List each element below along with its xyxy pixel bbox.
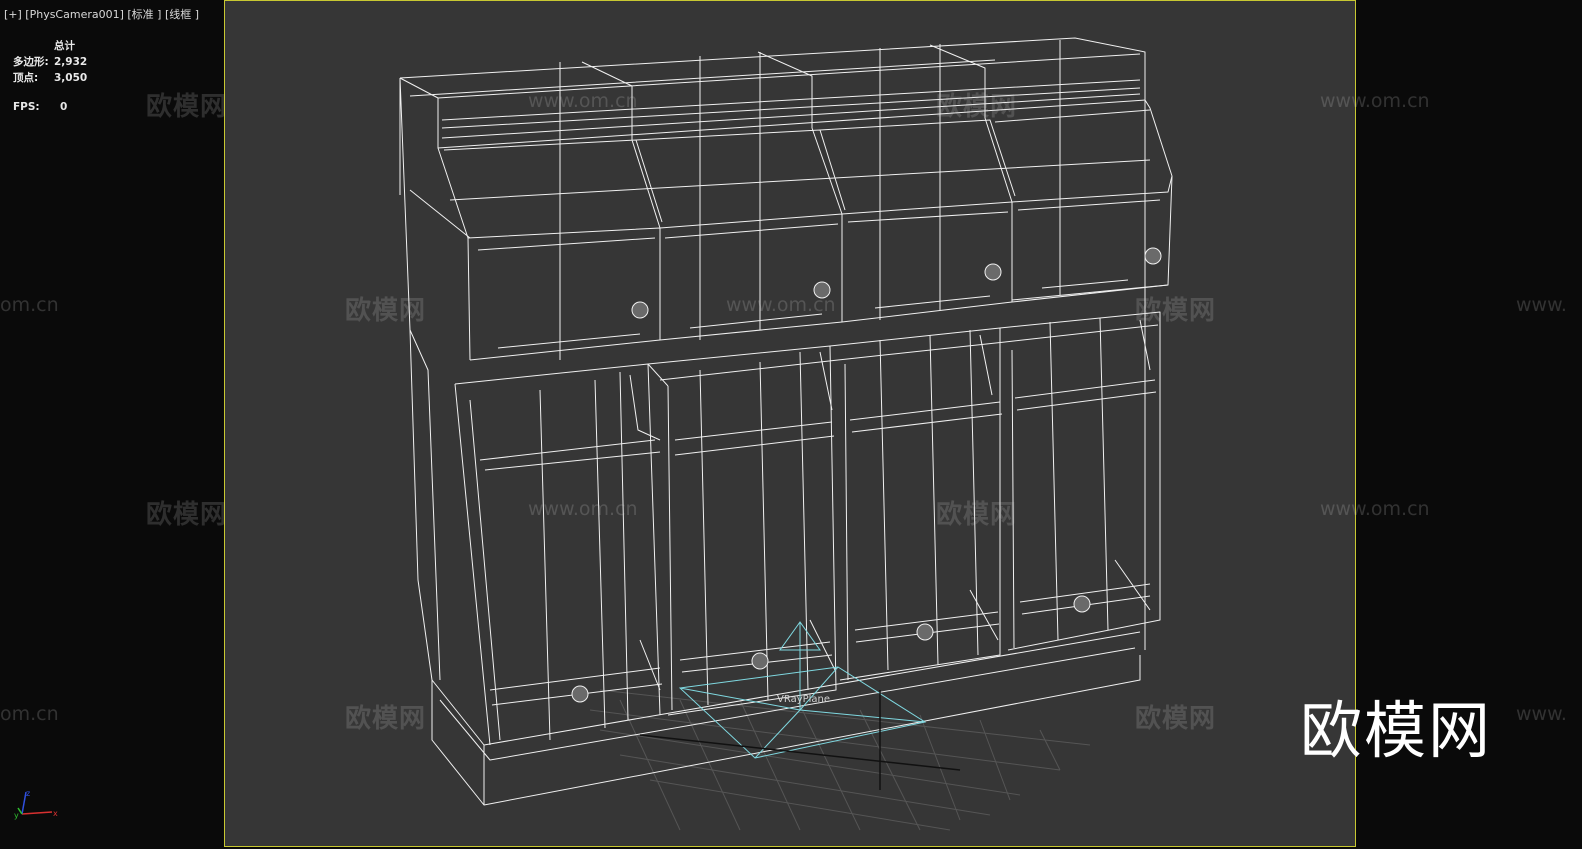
watermark-url-partial: www. — [1516, 703, 1567, 725]
fps-label: FPS: — [13, 101, 40, 113]
floor-grid — [589, 689, 1091, 831]
axis-x-label: x — [53, 809, 58, 818]
scene-statistics: 总计 多边形: 2,932 顶点: 3,050 — [13, 38, 87, 86]
brand-logo: 欧模网 — [1300, 694, 1493, 767]
vertices-value: 3,050 — [54, 72, 88, 84]
watermark-text: 欧模网 — [345, 704, 427, 734]
vertices-label: 顶点: — [13, 72, 39, 84]
watermark-url-partial: www. — [1516, 294, 1567, 316]
axis-y-label: y — [14, 811, 19, 820]
watermark-url: www.om.cn — [1320, 90, 1430, 112]
fps-counter: FPS: 0 — [13, 101, 67, 113]
watermark-text: 欧模网 — [345, 296, 427, 326]
watermark-url: www.om.cn — [726, 294, 836, 316]
watermark-url-partial: om.cn — [0, 294, 59, 316]
fps-value: 0 — [60, 101, 68, 113]
watermark-text: 欧模网 — [936, 500, 1018, 530]
axis-z-label: z — [26, 790, 30, 798]
watermark-url: www.om.cn — [1320, 498, 1430, 520]
vray-plane-label: VRayPlane — [777, 694, 831, 705]
watermark-url: www.om.cn — [528, 498, 638, 520]
watermark-url-partial: om.cn — [0, 703, 59, 725]
axis-tripod-icon: x y z — [14, 790, 58, 820]
watermark-text: 欧模网 — [146, 92, 228, 122]
stats-polygons-row: 多边形: 2,932 — [13, 54, 87, 70]
watermark-text: 欧模网 — [1135, 296, 1217, 326]
watermark-text: 欧模网 — [1135, 704, 1217, 734]
watermark-text: 欧模网 — [936, 92, 1018, 122]
watermark-text: 欧模网 — [146, 500, 228, 530]
watermark-url: www.om.cn — [528, 90, 638, 112]
polygons-value: 2,932 — [54, 56, 88, 68]
stats-header: 总计 — [54, 40, 75, 52]
viewport-label-menu[interactable]: [+] [PhysCamera001] [标准 ] [线框 ] — [4, 6, 199, 22]
viewport[interactable]: VRayPlane [+] [PhysCamera001] [标准 ] [线框 … — [0, 0, 1582, 849]
polygons-label: 多边形: — [13, 56, 49, 68]
stats-vertices-row: 顶点: 3,050 — [13, 70, 87, 86]
cabinet-wireframe — [399, 37, 1173, 806]
